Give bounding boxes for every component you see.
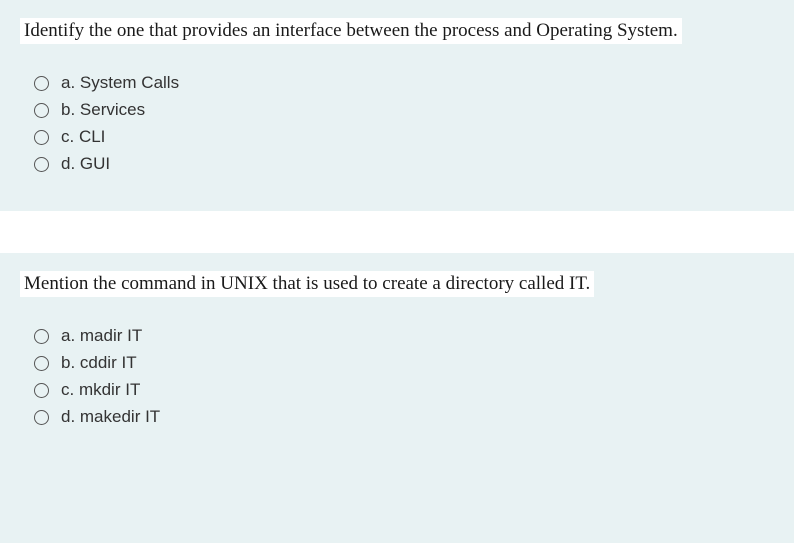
- radio-icon[interactable]: [34, 157, 49, 172]
- option-row[interactable]: d. makedir IT: [34, 407, 774, 427]
- option-row[interactable]: c. mkdir IT: [34, 380, 774, 400]
- option-row[interactable]: a. System Calls: [34, 73, 774, 93]
- radio-icon[interactable]: [34, 410, 49, 425]
- option-row[interactable]: b. Services: [34, 100, 774, 120]
- radio-icon[interactable]: [34, 383, 49, 398]
- options-list: a. System Calls b. Services c. CLI d. GU…: [34, 73, 774, 174]
- option-label: d. GUI: [61, 154, 110, 174]
- question-block-1: Identify the one that provides an interf…: [0, 0, 794, 211]
- question-block-2: Mention the command in UNIX that is used…: [0, 253, 794, 464]
- option-row[interactable]: d. GUI: [34, 154, 774, 174]
- option-row[interactable]: b. cddir IT: [34, 353, 774, 373]
- radio-icon[interactable]: [34, 356, 49, 371]
- option-row[interactable]: c. CLI: [34, 127, 774, 147]
- separator: [0, 211, 794, 253]
- option-label: b. Services: [61, 100, 145, 120]
- options-list: a. madir IT b. cddir IT c. mkdir IT d. m…: [34, 326, 774, 427]
- question-text: Mention the command in UNIX that is used…: [20, 271, 594, 297]
- option-label: a. System Calls: [61, 73, 179, 93]
- radio-icon[interactable]: [34, 76, 49, 91]
- option-row[interactable]: a. madir IT: [34, 326, 774, 346]
- option-label: d. makedir IT: [61, 407, 160, 427]
- option-label: c. mkdir IT: [61, 380, 140, 400]
- radio-icon[interactable]: [34, 329, 49, 344]
- radio-icon[interactable]: [34, 130, 49, 145]
- option-label: c. CLI: [61, 127, 105, 147]
- radio-icon[interactable]: [34, 103, 49, 118]
- option-label: a. madir IT: [61, 326, 142, 346]
- option-label: b. cddir IT: [61, 353, 137, 373]
- question-text: Identify the one that provides an interf…: [20, 18, 682, 44]
